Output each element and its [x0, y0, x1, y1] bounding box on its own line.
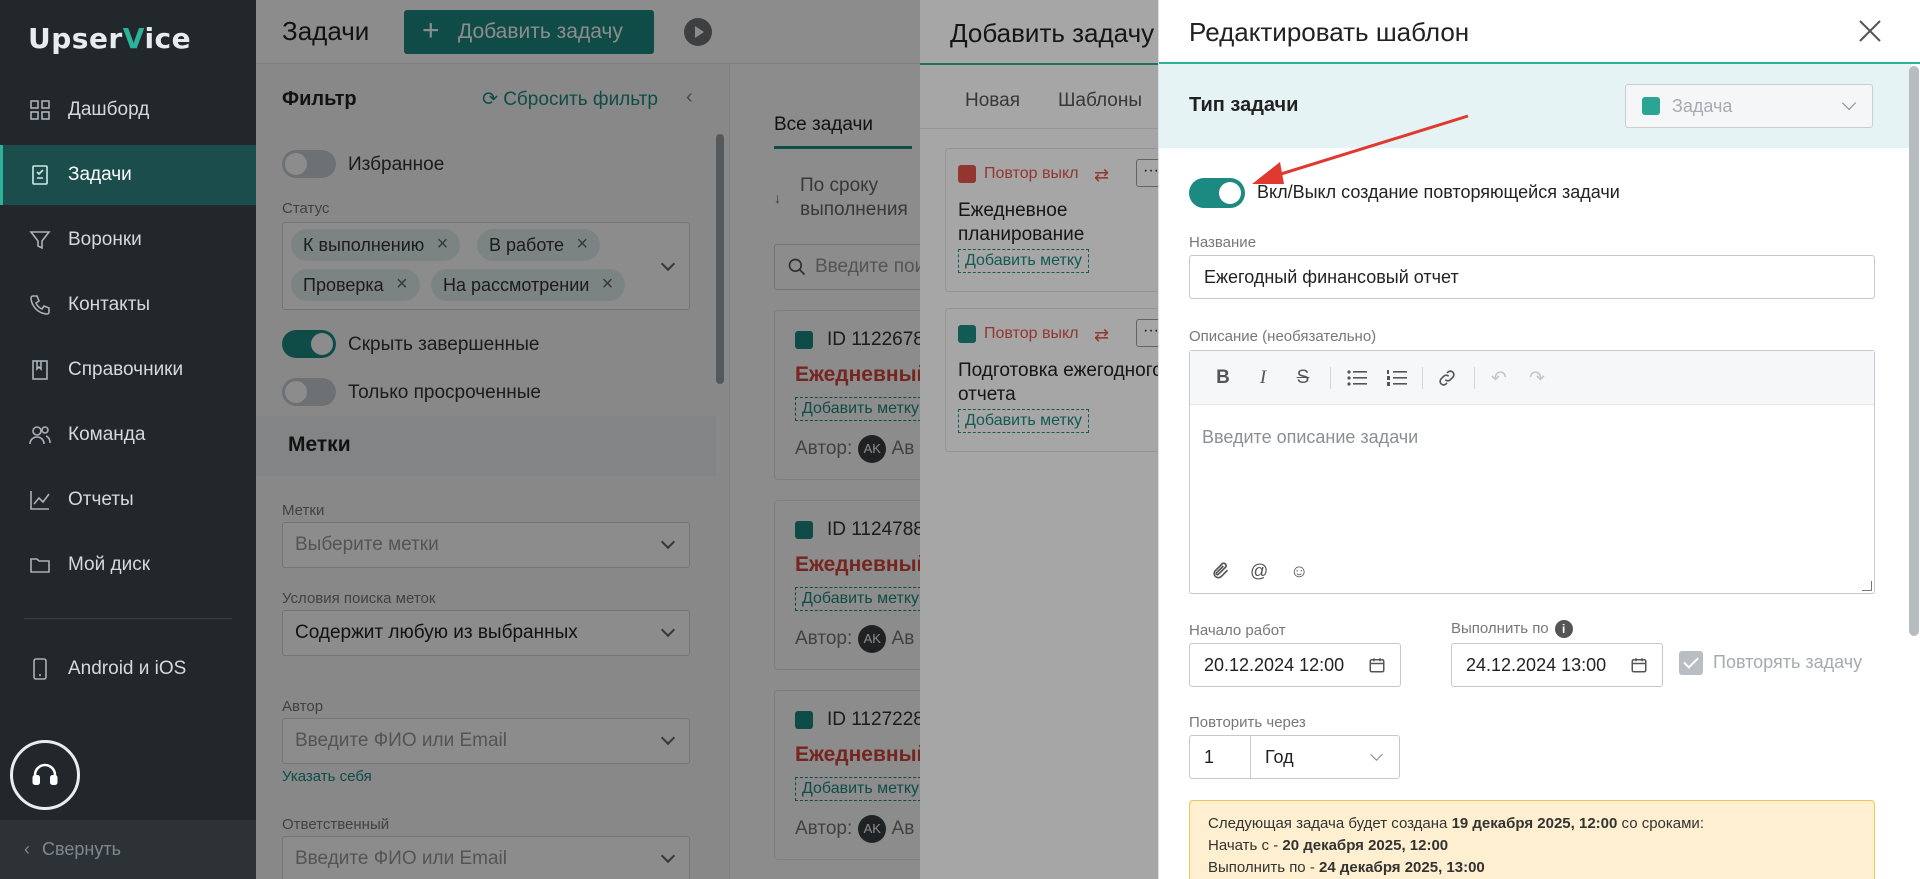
sidebar-item-reports[interactable]: Отчеты: [0, 470, 256, 530]
sidebar-item-mobile[interactable]: Android и iOS: [0, 639, 256, 699]
editor-toolbar: B I S ↶ ↷: [1190, 351, 1874, 405]
name-label: Название: [1189, 234, 1257, 251]
resize-handle[interactable]: [1862, 581, 1872, 591]
folder-icon: [30, 558, 50, 573]
sidebar-item-label: Задачи: [68, 164, 132, 185]
mobile-icon: [33, 658, 47, 680]
sidebar-item-label: Дашборд: [68, 99, 150, 120]
headset-icon: [32, 763, 58, 785]
sidebar-item-label: Команда: [68, 424, 146, 445]
description-label: Описание (необязательно): [1189, 328, 1377, 345]
sidebar-item-my-disk[interactable]: Мой диск: [0, 535, 256, 595]
toolbar-divider: [1474, 367, 1475, 389]
funnel-icon: [29, 231, 51, 250]
team-icon: [29, 426, 51, 445]
repeat-every-label: Повторить через: [1189, 714, 1306, 731]
phone-icon: [30, 295, 50, 315]
sidebar-item-directories[interactable]: Справочники: [0, 340, 256, 400]
chart-icon: [30, 491, 50, 510]
dashboard-icon: [30, 100, 50, 120]
chevron-down-icon: [1370, 748, 1383, 761]
collapse-label: Свернуть: [42, 839, 121, 859]
book-icon: [32, 360, 48, 380]
calendar-icon: [1369, 658, 1385, 673]
toolbar-divider: [1330, 367, 1331, 389]
sidebar-item-team[interactable]: Команда: [0, 405, 256, 465]
info-icon[interactable]: i: [1554, 620, 1573, 639]
start-date-input[interactable]: 20.12.2024 12:00: [1189, 643, 1401, 687]
due-date-input[interactable]: 24.12.2024 13:00: [1451, 643, 1663, 687]
chevron-down-icon: [1841, 95, 1857, 111]
sidebar-item-label: Справочники: [68, 359, 184, 380]
app-logo[interactable]: UpserVice: [28, 22, 191, 55]
emoji-icon[interactable]: ☺: [1290, 561, 1312, 583]
drawer-title: Редактировать шаблон: [1189, 17, 1470, 47]
start-label: Начало работ: [1189, 622, 1286, 639]
next-task-notice: Следующая задача будет создана 19 декабр…: [1189, 800, 1875, 879]
repeat-task-checkbox[interactable]: [1679, 651, 1703, 675]
sidebar-item-funnels[interactable]: Воронки: [0, 210, 256, 270]
description-placeholder: Введите описание задачи: [1202, 427, 1419, 447]
description-editor[interactable]: B I S ↶ ↷ Введите описание задачи @ ☺: [1189, 350, 1875, 594]
calendar-icon: [1631, 658, 1647, 673]
sidebar-item-label: Воронки: [68, 229, 142, 250]
sidebar: UpserVice Дашборд Задачи Воронки Контакт…: [0, 0, 256, 879]
task-icon: [1642, 97, 1660, 115]
sidebar-divider: [24, 618, 232, 619]
sidebar-item-tasks[interactable]: Задачи: [0, 145, 256, 205]
sidebar-item-label: Мой диск: [68, 554, 151, 575]
repeat-count-input[interactable]: 1: [1189, 735, 1251, 779]
collapse-sidebar-button[interactable]: ‹ Свернуть: [0, 820, 256, 879]
tasks-icon: [32, 165, 48, 185]
undo-icon[interactable]: ↶: [1486, 365, 1512, 391]
task-type-select[interactable]: Задача: [1625, 84, 1873, 128]
toolbar-divider: [1422, 367, 1423, 389]
repeat-task-checkbox-label: Повторять задачу: [1713, 652, 1863, 672]
sidebar-item-contacts[interactable]: Контакты: [0, 275, 256, 335]
name-input[interactable]: Ежегодный финансовый отчет: [1189, 255, 1875, 299]
close-icon[interactable]: [1855, 16, 1885, 46]
strikethrough-icon[interactable]: S: [1290, 365, 1316, 391]
sidebar-item-label: Отчеты: [68, 489, 134, 510]
due-label: Выполнить по i: [1451, 620, 1573, 639]
sidebar-item-label: Контакты: [68, 294, 151, 315]
mention-icon[interactable]: @: [1250, 561, 1272, 583]
drawer-backdrop[interactable]: [920, 0, 1160, 879]
annotation-arrow: [1252, 114, 1469, 184]
sidebar-item-dashboard[interactable]: Дашборд: [0, 80, 256, 140]
link-icon[interactable]: [1434, 365, 1460, 391]
numbered-list-icon[interactable]: [1384, 365, 1410, 391]
task-type-value: Задача: [1672, 95, 1733, 116]
italic-icon[interactable]: I: [1250, 365, 1276, 391]
bold-icon[interactable]: B: [1210, 365, 1236, 391]
drawer-scrollbar[interactable]: [1909, 66, 1919, 636]
support-button[interactable]: [10, 740, 80, 810]
sidebar-item-label: Android и iOS: [68, 658, 187, 679]
notice-line-2: Начать с - 20 декабря 2025, 12:00: [1208, 837, 1449, 854]
chevron-left-icon: ‹: [24, 839, 30, 859]
repeat-unit-select[interactable]: Год: [1250, 735, 1400, 779]
notice-line-3: Выполнить по - 24 декабря 2025, 13:00: [1208, 859, 1485, 876]
redo-icon[interactable]: ↷: [1524, 365, 1550, 391]
repeat-task-toggle[interactable]: [1189, 178, 1245, 208]
bullet-list-icon[interactable]: [1344, 365, 1370, 391]
attach-icon[interactable]: [1210, 561, 1232, 583]
notice-line-1: Следующая задача будет создана 19 декабр…: [1208, 815, 1704, 832]
modal-backdrop[interactable]: [256, 0, 920, 879]
